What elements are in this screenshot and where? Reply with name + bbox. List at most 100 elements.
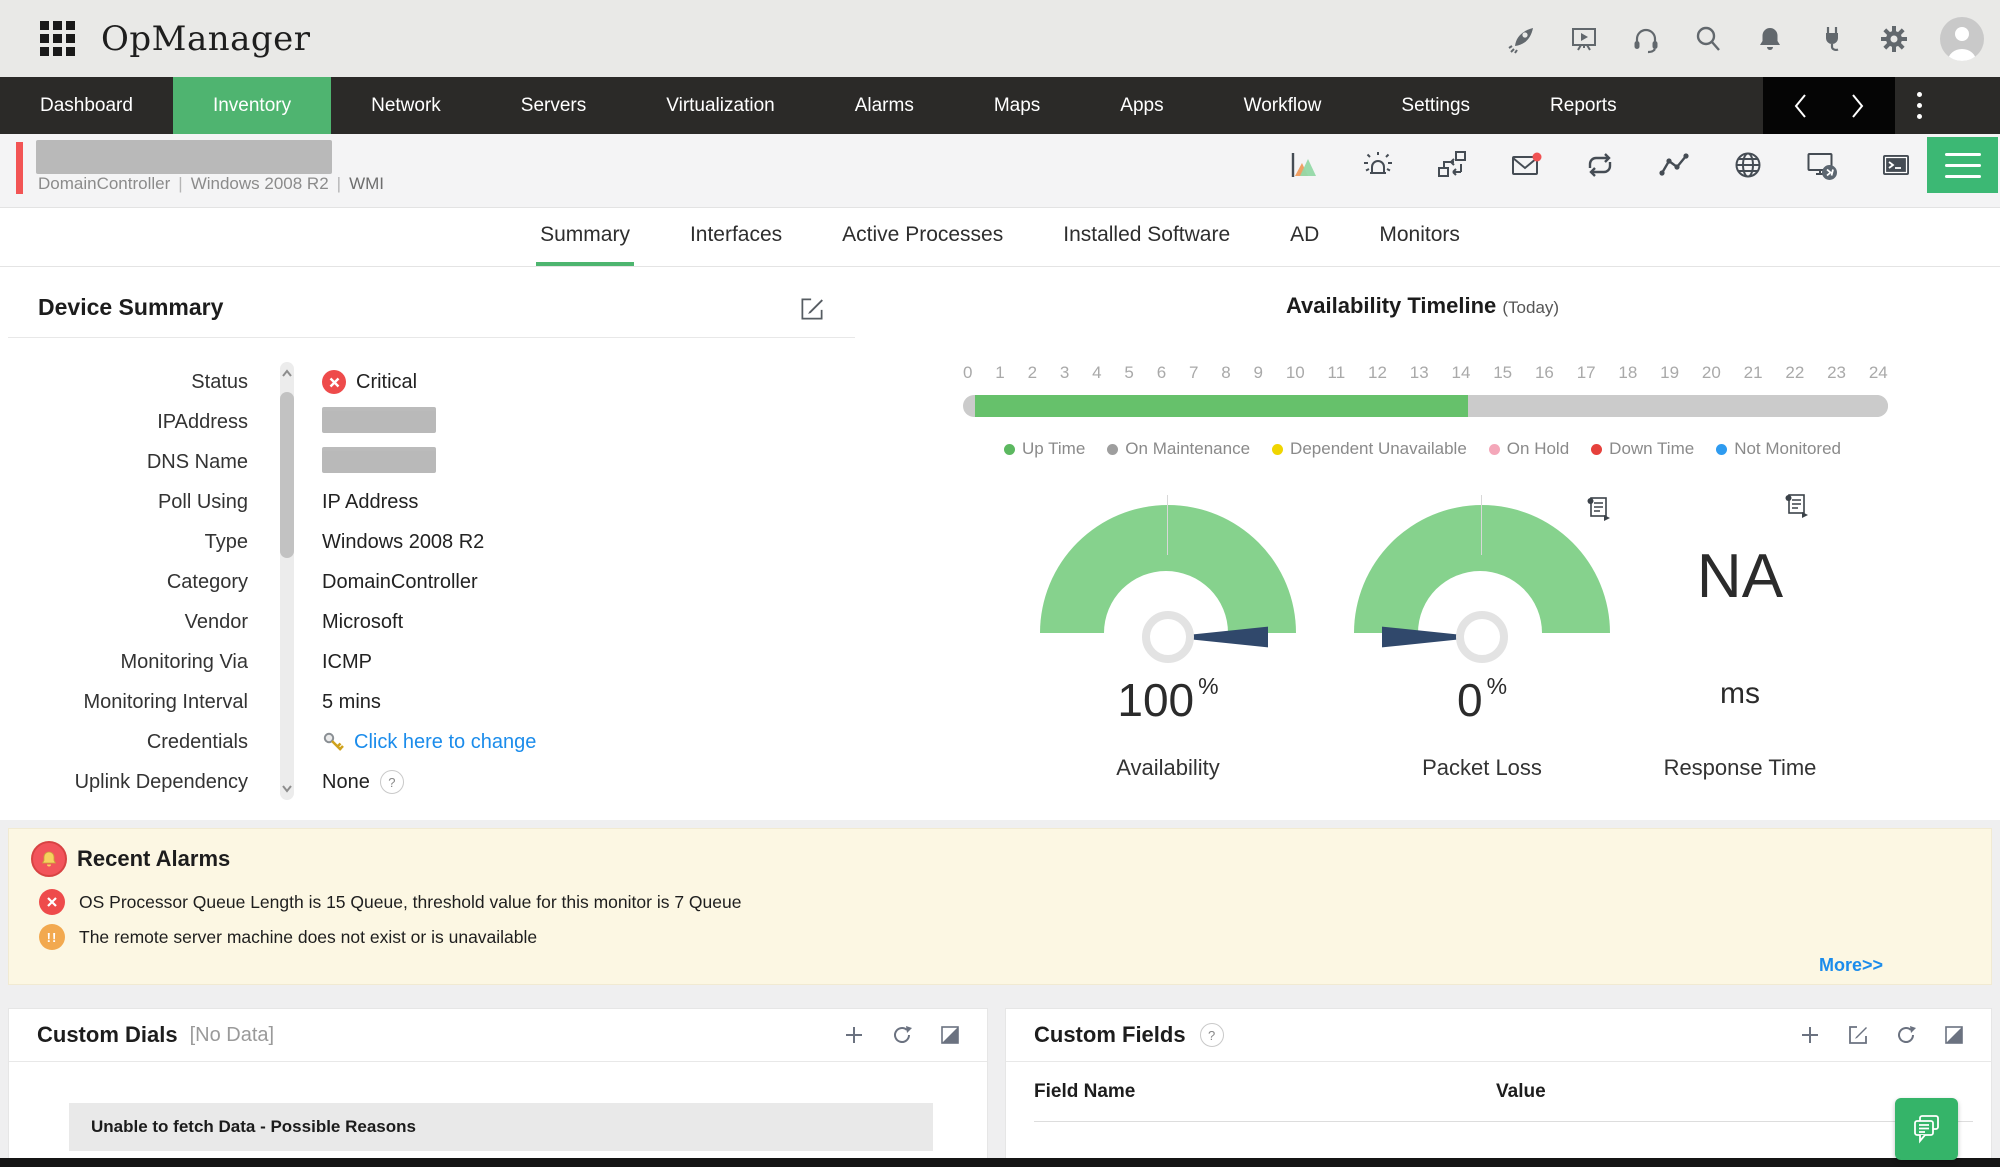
alarm-siren-icon[interactable] — [1362, 149, 1394, 181]
nav-item-label: Maps — [994, 95, 1040, 117]
packet-loss-gauge: 0% Packet Loss — [1352, 505, 1612, 805]
apps-grid-icon[interactable] — [40, 21, 75, 56]
performance-chart-icon[interactable] — [1288, 149, 1320, 181]
web-globe-icon[interactable] — [1732, 149, 1764, 181]
nav-scroll-arrows — [1763, 77, 1895, 134]
notifications-bell-icon[interactable] — [1754, 23, 1786, 55]
gauge-value: NA — [1610, 541, 1870, 612]
timeline-bar — [963, 395, 1888, 417]
nav-item[interactable]: Inventory — [173, 77, 331, 134]
device-tab[interactable]: Summary — [536, 208, 634, 266]
alarm-row[interactable]: !! OS Processor Queue Length is 15 Queue… — [39, 889, 741, 915]
settings-gear-icon[interactable] — [1878, 23, 1910, 55]
integrations-plug-icon[interactable] — [1816, 23, 1848, 55]
device-summary-title: Device Summary — [38, 294, 223, 321]
field-value-text: Critical — [356, 371, 417, 394]
legend-dot — [1489, 444, 1500, 455]
device-tab[interactable]: Installed Software — [1059, 208, 1234, 266]
critical-status-icon — [322, 370, 346, 394]
axis-tick: 5 — [1124, 363, 1133, 383]
nav-next-icon[interactable] — [1849, 93, 1865, 119]
device-menu-button[interactable] — [1927, 137, 1998, 193]
workflow-icon[interactable] — [1436, 149, 1468, 181]
nav-item[interactable]: Alarms — [815, 77, 954, 134]
app-title: OpManager — [101, 19, 311, 59]
device-tab[interactable]: AD — [1286, 208, 1323, 266]
device-tab[interactable]: Active Processes — [838, 208, 1007, 266]
feedback-chat-button[interactable] — [1895, 1098, 1958, 1160]
axis-tick: 9 — [1254, 363, 1263, 383]
nav-item[interactable]: Network — [331, 77, 481, 134]
help-icon[interactable]: ? — [1200, 1023, 1224, 1047]
axis-tick: 3 — [1060, 363, 1069, 383]
legend-label: Up Time — [1022, 439, 1085, 459]
custom-dials-panel: Custom Dials [No Data] Unable to fetch D… — [8, 1008, 988, 1160]
device-tab[interactable]: Interfaces — [686, 208, 786, 266]
timeline-legend: Up Time On Maintenance Dependent Unavail… — [955, 439, 1890, 459]
nav-item[interactable]: Servers — [481, 77, 626, 134]
legend-dot — [1716, 444, 1727, 455]
view-report-icon[interactable] — [1585, 495, 1611, 521]
device-category: DomainController — [38, 174, 170, 193]
edit-icon[interactable] — [1847, 1024, 1869, 1046]
refresh-icon[interactable] — [1895, 1024, 1917, 1046]
collapse-widget-icon[interactable] — [939, 1024, 961, 1046]
add-icon[interactable] — [1799, 1024, 1821, 1046]
field-label: Monitoring Interval — [8, 691, 248, 714]
terminal-icon[interactable] — [1880, 149, 1912, 181]
collapse-widget-icon[interactable] — [1943, 1024, 1965, 1046]
headset-icon[interactable] — [1630, 23, 1662, 55]
nav-prev-icon[interactable] — [1793, 93, 1809, 119]
scroll-down-icon[interactable] — [281, 782, 293, 794]
scrollbar-thumb[interactable] — [280, 392, 294, 558]
rocket-icon[interactable] — [1506, 23, 1538, 55]
column-header-field-name: Field Name — [1034, 1081, 1135, 1103]
view-report-icon[interactable] — [1783, 492, 1809, 518]
more-menu-icon[interactable] — [1917, 92, 1922, 119]
refresh-icon[interactable] — [891, 1024, 913, 1046]
add-icon[interactable] — [843, 1024, 865, 1046]
top-icon-row — [1506, 17, 2000, 61]
field-value-text: Microsoft — [322, 611, 403, 634]
field-label: Category — [8, 571, 248, 594]
monitor-graph-icon[interactable] — [1658, 149, 1690, 181]
search-icon[interactable] — [1692, 23, 1724, 55]
edit-device-icon[interactable] — [798, 295, 826, 323]
remote-desktop-icon[interactable] — [1806, 149, 1838, 181]
nav-item[interactable]: Reports — [1510, 77, 1657, 134]
legend-dot — [1004, 444, 1015, 455]
device-summary-row: Monitoring Interval 5 mins — [8, 682, 848, 722]
bottom-edge — [0, 1158, 2000, 1167]
device-status-bar — [16, 142, 23, 194]
nav-item[interactable]: Dashboard — [0, 77, 173, 134]
alarm-message: The remote server machine does not exist… — [79, 927, 537, 948]
alarm-row[interactable]: !! The remote server machine does not ex… — [39, 924, 537, 950]
nav-item[interactable]: Settings — [1361, 77, 1510, 134]
nav-item-label: Inventory — [213, 95, 291, 117]
field-value-text: ICMP — [322, 651, 372, 674]
field-value-text: DomainController — [322, 571, 478, 594]
no-data-message: Unable to fetch Data - Possible Reasons — [91, 1117, 416, 1137]
device-action-icons — [1288, 149, 1912, 181]
help-icon[interactable]: ? — [380, 770, 404, 794]
field-value-text: IP Address — [322, 491, 418, 514]
sync-loop-icon[interactable] — [1584, 149, 1616, 181]
device-summary-row: Status Critical ? — [8, 362, 848, 402]
demo-player-icon[interactable] — [1568, 23, 1600, 55]
device-name-redacted — [36, 140, 332, 174]
email-notification-icon[interactable] — [1510, 149, 1542, 181]
scroll-up-icon[interactable] — [281, 368, 293, 380]
more-alarms-link[interactable]: More>> — [1819, 955, 1883, 976]
nav-item-label: Workflow — [1244, 95, 1322, 117]
nav-item[interactable]: Apps — [1080, 77, 1203, 134]
axis-tick: 12 — [1368, 363, 1387, 383]
device-summary-scrollbar[interactable] — [280, 362, 294, 800]
axis-tick: 19 — [1660, 363, 1679, 383]
nav-item[interactable]: Virtualization — [626, 77, 814, 134]
device-tab[interactable]: Monitors — [1375, 208, 1464, 266]
nav-item[interactable]: Workflow — [1204, 77, 1362, 134]
nav-item[interactable]: Maps — [954, 77, 1080, 134]
legend-item: On Maintenance — [1107, 439, 1250, 459]
legend-label: Down Time — [1609, 439, 1694, 459]
user-avatar[interactable] — [1940, 17, 1984, 61]
